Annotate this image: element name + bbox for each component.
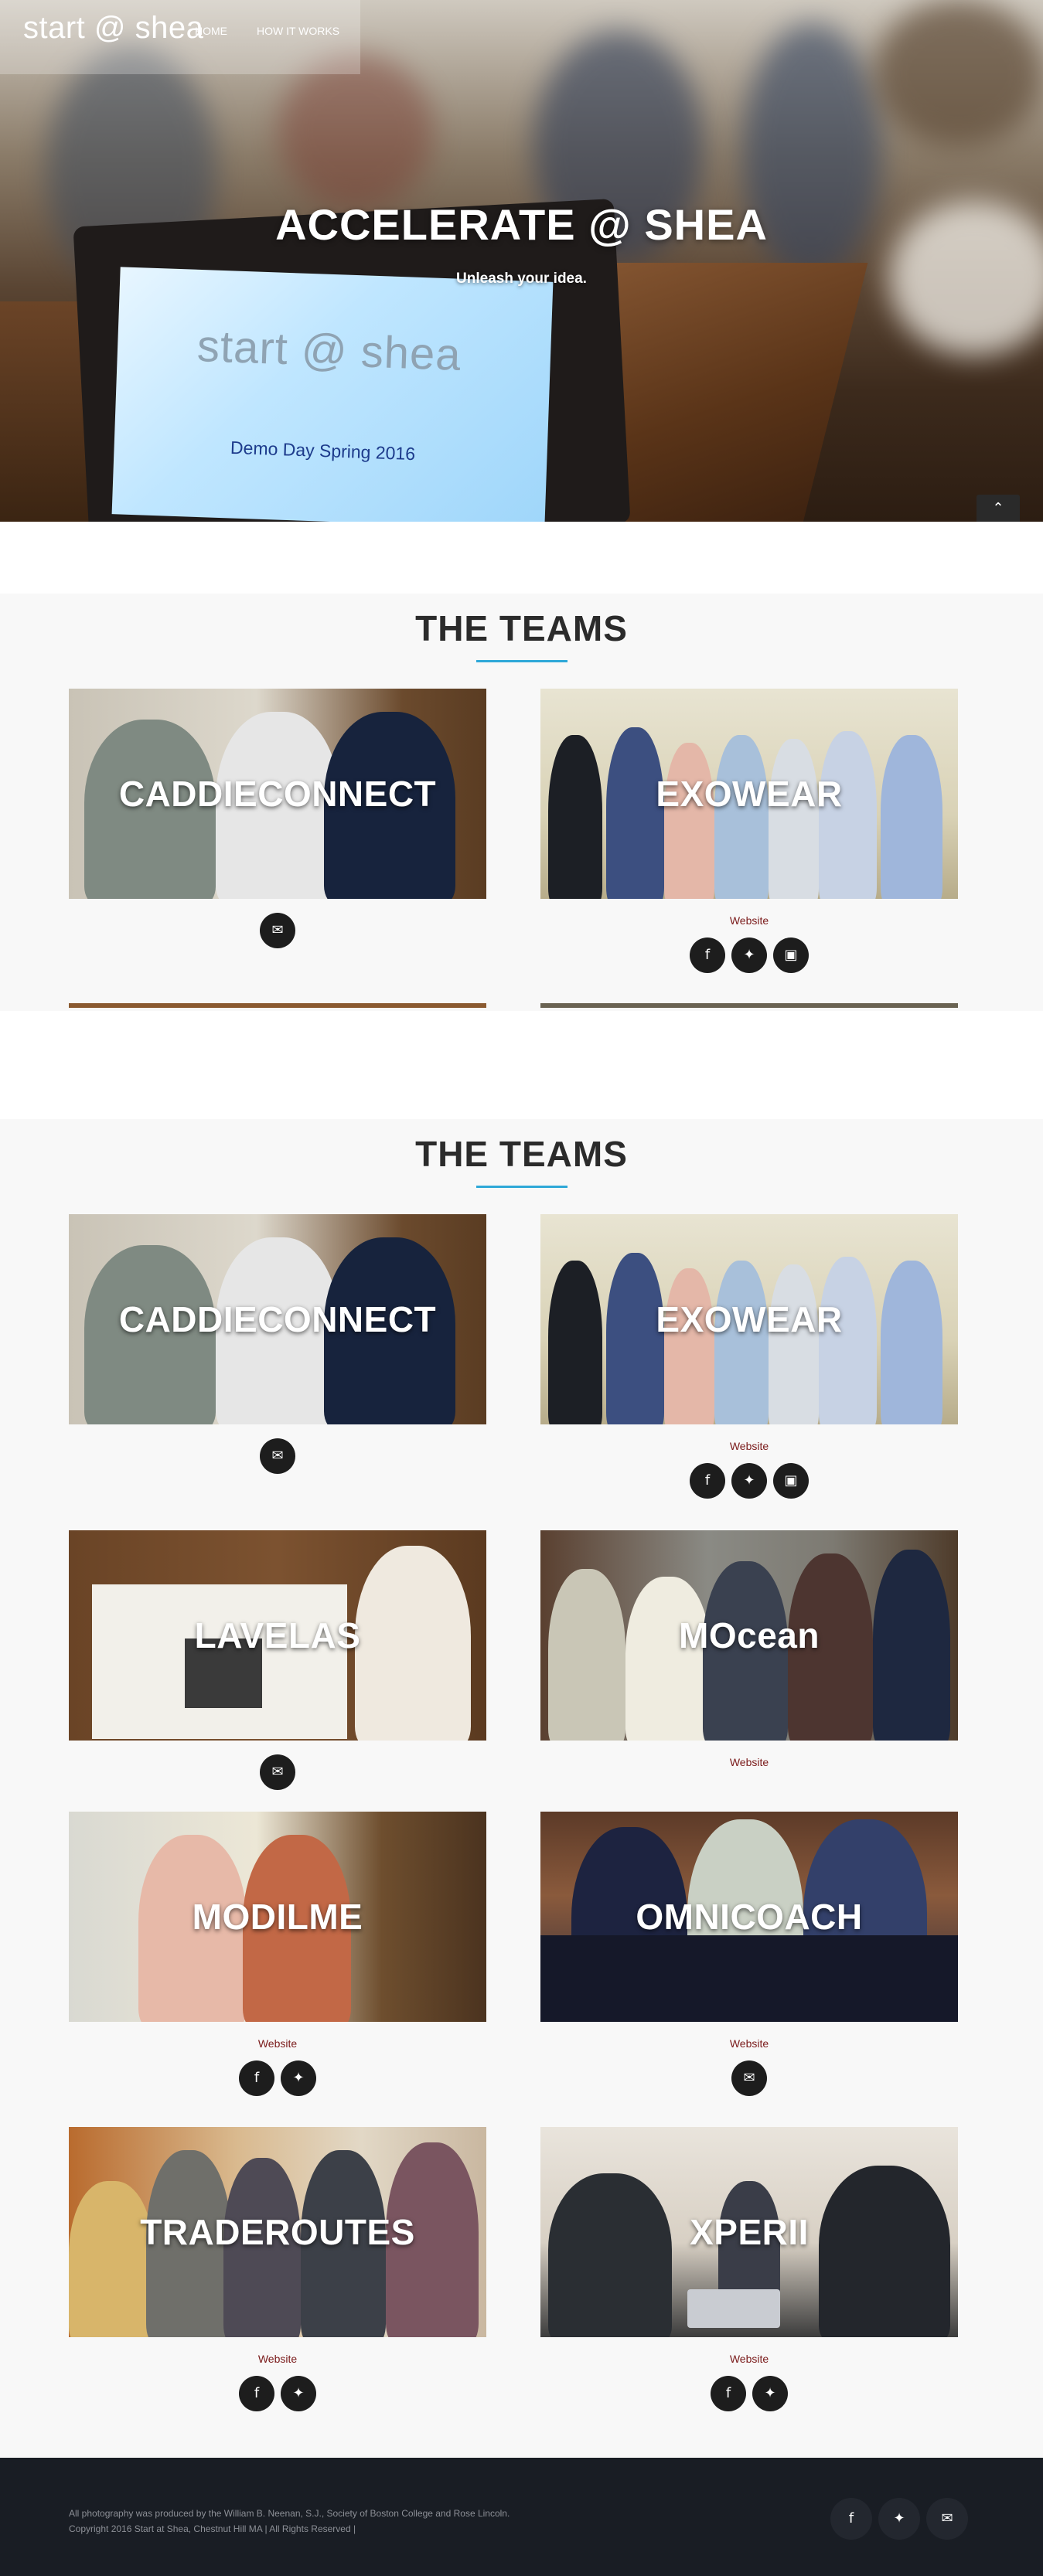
team-website-link[interactable]: Website [69,2353,486,2365]
facebook-icon[interactable]: f [830,2498,872,2540]
team-name: CADDIECONNECT [118,774,437,814]
hero-bg-shape [874,0,1043,147]
site-logo[interactable]: start @ shea [23,11,203,46]
team-photo: LAVELAS [69,1530,486,1741]
team-name: MOcean [679,1615,820,1656]
title-divider [475,1186,568,1188]
team-photo: EXOWEAR [540,689,958,899]
team-social-icons: ✉ [69,1754,486,1790]
instagram-icon[interactable]: ▣ [773,938,809,973]
team-card: OMNICOACH Website ✉ [540,1812,958,2096]
team-photo: CADDIECONNECT [69,1214,486,1424]
mail-icon[interactable]: ✉ [260,1754,295,1790]
team-photo: EXOWEAR [540,1214,958,1424]
hero-laptop-screen [111,267,554,522]
mail-icon[interactable]: ✉ [260,1438,295,1474]
nav-link-how-it-works[interactable]: HOW IT WORKS [257,25,339,37]
hero-title: ACCELERATE @ SHEA [275,200,768,249]
team-card: XPERII Website f ✦ [540,2127,958,2411]
team-name: XPERII [690,2212,809,2252]
team-name: LAVELAS [194,1615,361,1656]
team-social-icons: ✉ [540,2060,958,2096]
team-photo: MOcean [540,1530,958,1741]
team-website-link[interactable]: Website [540,2037,958,2050]
photo-credit: All photography was produced by the Will… [69,2508,510,2519]
team-card: LAVELAS ✉ [69,1530,486,1790]
team-photo-edge [540,1003,958,1008]
twitter-icon[interactable]: ✦ [281,2060,316,2096]
site-footer: All photography was produced by the Will… [0,2458,1043,2576]
team-social-icons: f ✦ ▣ [540,938,958,973]
nav-bar: start @ shea HOME HOW IT WORKS [0,0,360,74]
team-name: TRADEROUTES [140,2212,415,2252]
team-photo: OMNICOACH [540,1812,958,2022]
team-photo-edge [69,1003,486,1008]
twitter-icon[interactable]: ✦ [731,938,767,973]
hero-subtitle: Unleash your idea. [456,271,587,287]
hero-screen-logo: start @ shea [196,321,462,380]
team-name: MODILME [192,1897,363,1937]
copyright: Copyright 2016 Start at Shea, Chestnut H… [69,2523,356,2534]
team-website-link[interactable]: Website [540,914,958,927]
team-name: EXOWEAR [656,774,843,814]
team-website-link[interactable]: Website [540,2353,958,2365]
team-website-link[interactable]: Website [540,1440,958,1452]
facebook-icon[interactable]: f [239,2376,274,2411]
facebook-icon[interactable]: f [239,2060,274,2096]
nav-link-home[interactable]: HOME [195,25,227,37]
title-divider [475,660,568,662]
team-social-icons: f ✦ ▣ [540,1463,958,1499]
team-card: MODILME Website f ✦ [69,1812,486,2096]
facebook-icon[interactable]: f [711,2376,746,2411]
team-photo: XPERII [540,2127,958,2337]
facebook-icon[interactable]: f [690,1463,725,1499]
hero-banner: start @ shea Demo Day Spring 2016 start … [0,0,1043,522]
team-card: MOcean Website [540,1530,958,1768]
team-social-icons: f ✦ [540,2376,958,2411]
team-card: CADDIECONNECT ✉ [69,689,486,948]
scroll-top-button[interactable]: ⌃ [977,495,1020,522]
mail-icon[interactable]: ✉ [260,913,295,948]
teams-section: THE TEAMS CADDIECONNECT ✉ EXOWEAR Websit… [0,1119,1043,2459]
team-card: EXOWEAR Website f ✦ ▣ [540,689,958,973]
team-card: TRADEROUTES Website f ✦ [69,2127,486,2411]
twitter-icon[interactable]: ✦ [731,1463,767,1499]
hero-bg-shape [278,54,433,209]
twitter-icon[interactable]: ✦ [281,2376,316,2411]
team-website-link[interactable]: Website [540,1756,958,1768]
team-card: CADDIECONNECT ✉ [69,1214,486,1474]
team-photo: TRADEROUTES [69,2127,486,2337]
teams-section: THE TEAMS CADDIECONNECT ✉ EXOWEAR Websit… [0,594,1043,1011]
mail-icon[interactable]: ✉ [926,2498,968,2540]
team-card: EXOWEAR Website f ✦ ▣ [540,1214,958,1499]
section-title: THE TEAMS [415,1134,628,1174]
twitter-icon[interactable]: ✦ [752,2376,788,2411]
team-name: OMNICOACH [636,1897,863,1937]
facebook-icon[interactable]: f [690,938,725,973]
chevron-up-icon: ⌃ [992,500,1004,516]
twitter-icon[interactable]: ✦ [878,2498,920,2540]
footer-social-icons: f ✦ ✉ [827,2498,971,2540]
instagram-icon[interactable]: ▣ [773,1463,809,1499]
team-name: CADDIECONNECT [118,1299,437,1339]
team-social-icons: ✉ [69,913,486,948]
team-name: EXOWEAR [656,1299,843,1339]
team-social-icons: f ✦ [69,2376,486,2411]
mail-icon[interactable]: ✉ [731,2060,767,2096]
team-photo: CADDIECONNECT [69,689,486,899]
team-website-link[interactable]: Website [69,2037,486,2050]
team-social-icons: ✉ [69,1438,486,1474]
team-photo: MODILME [69,1812,486,2022]
section-title: THE TEAMS [415,608,628,648]
team-social-icons: f ✦ [69,2060,486,2096]
footer-text: All photography was produced by the Will… [69,2506,510,2537]
